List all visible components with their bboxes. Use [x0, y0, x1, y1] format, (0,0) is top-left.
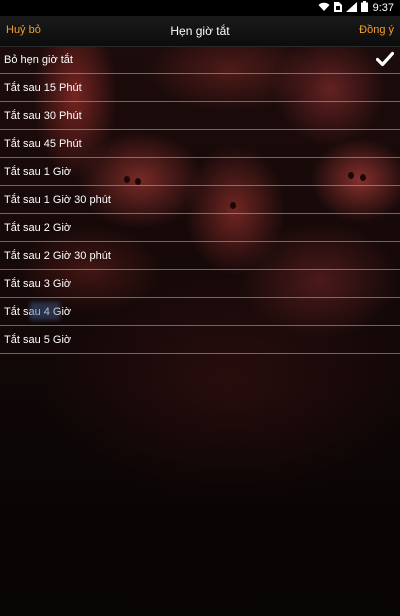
option-label: Tắt sau 2 Giờ	[4, 221, 72, 234]
list-item[interactable]: Tắt sau 45 Phút	[0, 130, 400, 158]
list-item[interactable]: Tắt sau 1 Giờ	[0, 158, 400, 186]
option-label: Tắt sau 1 Giờ	[4, 165, 72, 178]
sim-icon	[333, 1, 342, 15]
watermark-overlay	[30, 302, 60, 320]
list-item[interactable]: Tắt sau 1 Giờ 30 phút	[0, 186, 400, 214]
option-label: Tắt sau 30 Phút	[4, 109, 82, 122]
app-screen: 9:37 Huỷ bỏ Hẹn giờ tắt Đồng ý Bỏ hẹn gi…	[0, 0, 400, 616]
option-label: Bỏ hẹn giờ tắt	[4, 53, 73, 66]
list-item[interactable]: Tắt sau 2 Giờ 30 phút	[0, 242, 400, 270]
signal-icon	[345, 1, 357, 15]
list-item[interactable]: Tắt sau 5 Giờ	[0, 326, 400, 354]
list-item[interactable]: Bỏ hẹn giờ tắt	[0, 46, 400, 74]
list-item[interactable]: Tắt sau 4 Giờ	[0, 298, 400, 326]
ok-button[interactable]: Đồng ý	[359, 24, 394, 36]
option-label: Tắt sau 3 Giờ	[4, 277, 72, 290]
option-label: Tắt sau 15 Phút	[4, 81, 82, 94]
option-label: Tắt sau 1 Giờ 30 phút	[4, 193, 111, 206]
option-label: Tắt sau 5 Giờ	[4, 333, 72, 346]
option-label: Tắt sau 45 Phút	[4, 137, 82, 150]
option-label: Tắt sau 2 Giờ 30 phút	[4, 249, 111, 262]
title-bar: Huỷ bỏ Hẹn giờ tắt Đồng ý	[0, 16, 400, 47]
list-item[interactable]: Tắt sau 30 Phút	[0, 102, 400, 130]
status-bar: 9:37	[0, 0, 400, 16]
wifi-icon	[318, 2, 330, 15]
sleep-timer-options-list: Bỏ hẹn giờ tắt Tắt sau 15 Phút Tắt sau 3…	[0, 46, 400, 354]
page-title: Hẹn giờ tắt	[170, 24, 230, 38]
list-item[interactable]: Tắt sau 3 Giờ	[0, 270, 400, 298]
battery-icon	[360, 1, 368, 15]
clock: 9:37	[372, 2, 394, 14]
list-item[interactable]: Tắt sau 15 Phút	[0, 74, 400, 102]
checkmark-icon	[375, 51, 395, 67]
list-item[interactable]: Tắt sau 2 Giờ	[0, 214, 400, 242]
